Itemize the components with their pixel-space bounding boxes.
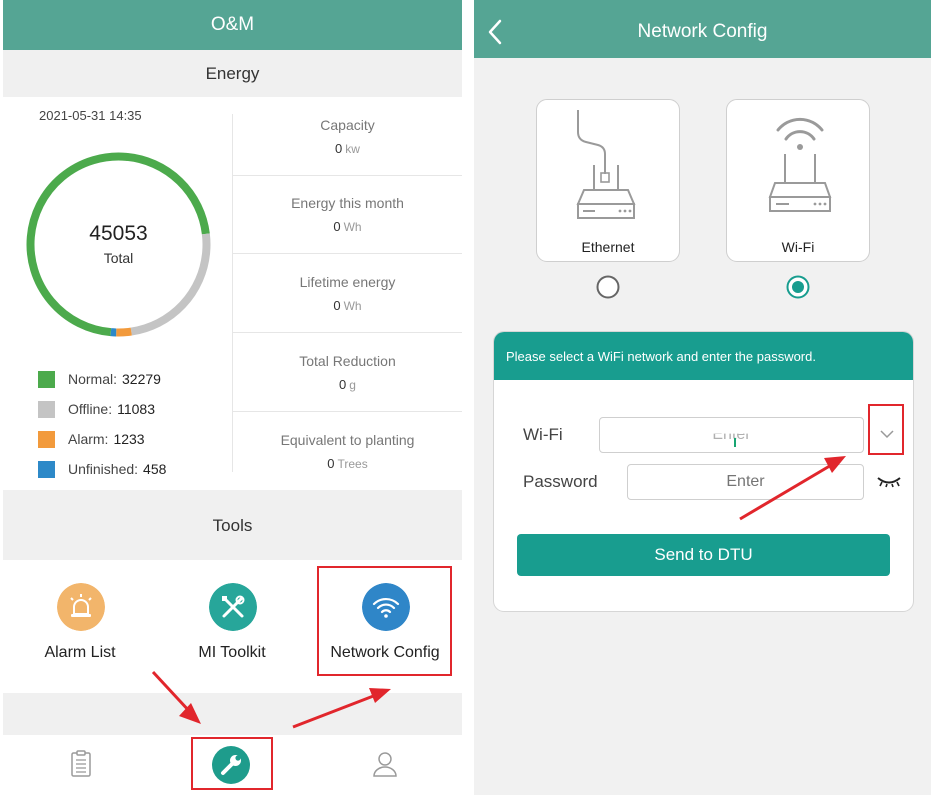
arrow-to-network-config [292, 688, 391, 729]
annotation-arrows [151, 456, 846, 729]
arrow-to-wifi-dropdown [739, 456, 846, 521]
arrow-to-tools-tab [151, 670, 201, 724]
